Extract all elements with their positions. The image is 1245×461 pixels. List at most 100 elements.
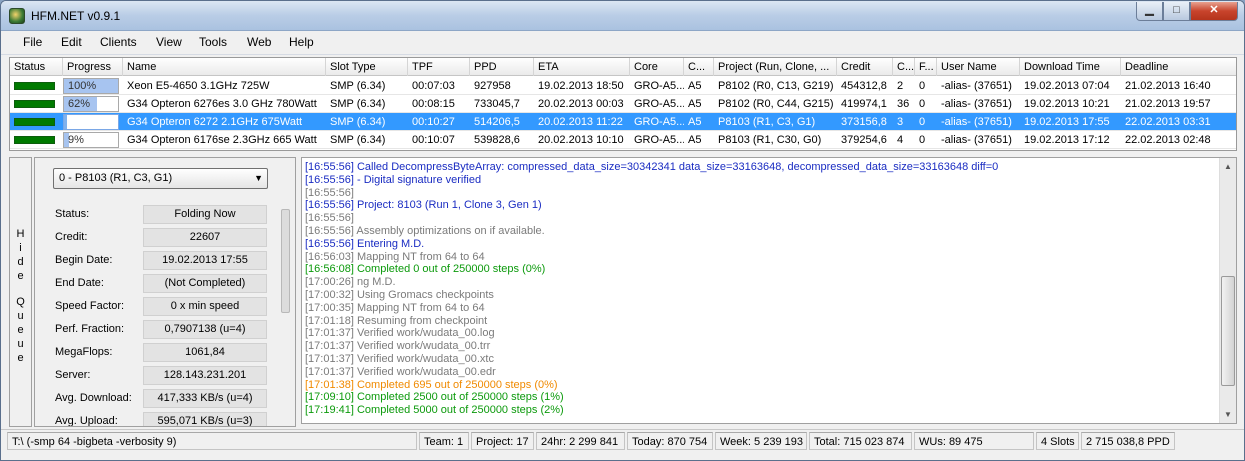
log-line: [17:09:10] Completed 2500 out of 250000 … (305, 391, 564, 404)
cell-slot-type: SMP (6.34) (330, 80, 386, 92)
cell-credit: 454312,8 (841, 80, 887, 92)
progress-label: 9% (68, 134, 84, 146)
cell-project: P8102 (R0, C44, G215) (718, 98, 834, 110)
table-row[interactable]: 100% Xeon E5-4650 3.1GHz 725W SMP (6.34) 00… (10, 77, 1236, 95)
col-status[interactable]: Status (10, 58, 63, 76)
progress-bar: 100% (63, 78, 119, 94)
log-line: [17:00:26] ng M.D. (305, 276, 396, 289)
col-core[interactable]: Core (630, 58, 684, 76)
cell-eta: 20.02.2013 10:10 (538, 134, 624, 146)
cell-ppd: 927958 (474, 80, 511, 92)
menu-view[interactable]: View (156, 35, 182, 49)
table-row[interactable]: 9% G34 Opteron 6176se 2.3GHz 665 Watt SMP … (10, 131, 1236, 149)
menu-clients[interactable]: Clients (100, 35, 137, 49)
cell-eta: 20.02.2013 11:22 (538, 116, 623, 128)
status-ppd: 2 715 038,8 PPD (1081, 432, 1175, 450)
col-eta[interactable]: ETA (534, 58, 630, 76)
col-core-id[interactable]: C... (684, 58, 714, 76)
col-tpf[interactable]: TPF (408, 58, 470, 76)
queue-field-label: MegaFlops: (55, 346, 113, 358)
cell-download: 19.02.2013 17:12 (1024, 134, 1110, 146)
col-progress[interactable]: Progress (63, 58, 123, 76)
cell-core: GRO-A5... (634, 134, 684, 146)
log-scrollbar[interactable]: ▲ ▼ (1219, 158, 1236, 423)
queue-field-value: 128.143.231.201 (143, 366, 267, 385)
cell-core: GRO-A5... (634, 98, 684, 110)
log-line: [17:00:32] Using Gromacs checkpoints (305, 289, 494, 301)
main-window: HFM.NET v0.9.1 ▁ □ ✕ File Edit Clients V… (0, 0, 1245, 461)
cell-ppd: 539828,6 (474, 134, 520, 146)
status-wus: WUs: 89 475 (914, 432, 1034, 450)
col-download-time[interactable]: Download Time (1020, 58, 1121, 76)
col-name[interactable]: Name (123, 58, 326, 76)
queue-select-value: 0 - P8103 (R1, C3, G1) (59, 172, 173, 184)
menu-bar: File Edit Clients View Tools Web Help (1, 31, 1244, 55)
cell-ppd: 514206,5 (474, 116, 520, 128)
status-today: Today: 870 754 (627, 432, 713, 450)
log-panel[interactable]: [16:55:56] Called DecompressByteArray: c… (301, 157, 1237, 424)
log-line: [16:55:56] Assembly optimizations on if … (305, 225, 545, 237)
maximize-button[interactable]: □ (1163, 2, 1190, 21)
cell-c1: A5 (688, 134, 702, 146)
menu-edit[interactable]: Edit (61, 35, 82, 49)
status-indicator (14, 100, 55, 108)
cell-c1: A5 (688, 98, 702, 110)
cell-project: P8102 (R0, C13, G219) (718, 80, 834, 92)
menu-web[interactable]: Web (247, 35, 271, 49)
scroll-down-icon[interactable]: ▼ (1220, 406, 1236, 423)
status-indicator (14, 136, 55, 144)
col-deadline[interactable]: Deadline (1121, 58, 1236, 76)
log-line: [16:55:56] Entering M.D. (305, 237, 425, 250)
status-24hr: 24hr: 2 299 841 (536, 432, 625, 450)
panel-splitter[interactable] (281, 209, 290, 313)
minimize-button[interactable]: ▁ (1136, 2, 1163, 21)
status-slots: 4 Slots (1036, 432, 1079, 450)
col-project[interactable]: Project (Run, Clone, ... (714, 58, 837, 76)
title-bar[interactable]: HFM.NET v0.9.1 ▁ □ ✕ (1, 1, 1244, 31)
menu-tools[interactable]: Tools (199, 35, 227, 49)
progress-bar: 9% (63, 132, 119, 148)
close-button[interactable]: ✕ (1190, 2, 1238, 21)
table-row[interactable]: 5% G34 Opteron 6272 2.1GHz 675Watt SMP (6.… (10, 113, 1236, 131)
col-credit[interactable]: Credit (837, 58, 893, 76)
status-path: T:\ (-smp 64 -bigbeta -verbosity 9) (7, 432, 417, 450)
status-team: Team: 1 (419, 432, 469, 450)
cell-ppd: 733045,7 (474, 98, 520, 110)
log-line: [16:56:08] Completed 0 out of 250000 ste… (305, 263, 546, 276)
log-line: [16:55:56] - Digital signature verified (305, 173, 482, 186)
log-line: [17:01:37] Verified work/wudata_00.log (305, 327, 495, 340)
menu-help[interactable]: Help (289, 35, 314, 49)
cell-user: -alias- (37651) (941, 98, 1012, 110)
status-indicator (14, 118, 55, 126)
hide-queue-letter: e (17, 270, 24, 282)
cell-deadline: 21.02.2013 16:40 (1125, 80, 1211, 92)
cell-download: 19.02.2013 07:04 (1024, 80, 1110, 92)
table-row[interactable]: 62% G34 Opteron 6276es 3.0 GHz 780Watt SMP… (10, 95, 1236, 113)
cell-user: -alias- (37651) (941, 80, 1012, 92)
queue-field-value: 19.02.2013 17:55 (143, 251, 267, 270)
cell-deadline: 21.02.2013 19:57 (1125, 98, 1211, 110)
log-line: [17:01:37] Verified work/wudata_00.edr (305, 365, 496, 378)
cell-core: GRO-A5... (634, 80, 684, 92)
cell-user: -alias- (37651) (941, 116, 1012, 128)
menu-file[interactable]: File (23, 35, 42, 49)
queue-field-value: (Not Completed) (143, 274, 267, 293)
col-failed[interactable]: F... (915, 58, 937, 76)
scroll-thumb[interactable] (1221, 276, 1235, 386)
cell-credit: 419974,1 (841, 98, 887, 110)
queue-select[interactable]: 0 - P8103 (R1, C3, G1) ▼ (53, 168, 268, 189)
cell-tpf: 00:10:07 (412, 134, 455, 146)
col-ppd[interactable]: PPD (470, 58, 534, 76)
col-slot-type[interactable]: Slot Type (326, 58, 408, 76)
col-user-name[interactable]: User Name (937, 58, 1020, 76)
scroll-up-icon[interactable]: ▲ (1220, 158, 1236, 175)
hide-queue-button[interactable]: HideQueue (9, 157, 32, 427)
cell-credit: 379254,6 (841, 134, 887, 146)
cell-c2: 3 (897, 116, 904, 128)
status-total: Total: 715 023 874 (809, 432, 912, 450)
cell-project: P8103 (R1, C3, G1) (718, 116, 816, 128)
col-completed[interactable]: C... (893, 58, 915, 76)
queue-field-value: 22607 (143, 228, 267, 247)
queue-field-label: Perf. Fraction: (55, 323, 125, 335)
hide-queue-letter: Q (16, 296, 25, 308)
